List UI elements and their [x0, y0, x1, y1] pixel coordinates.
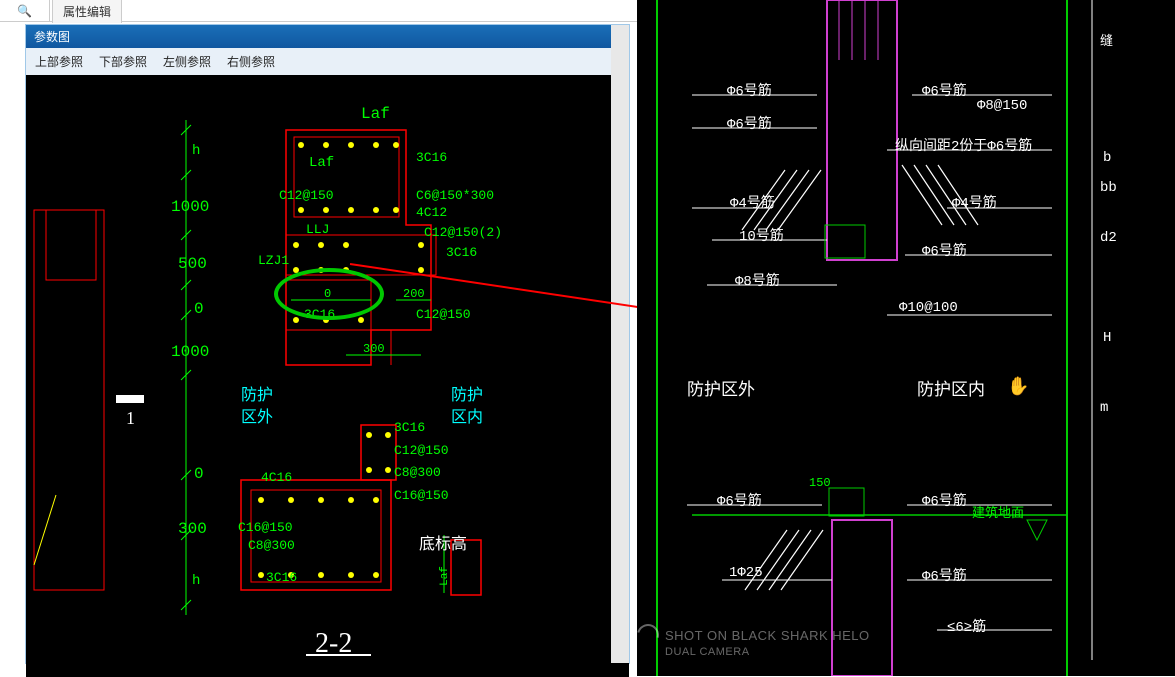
menu-right-ref[interactable]: 右侧参照: [223, 51, 279, 72]
label-llj[interactable]: LLJ: [306, 222, 329, 237]
right-drawing-svg: [637, 0, 1175, 676]
section-title: 2-2: [315, 628, 352, 660]
label-laf-top[interactable]: Laf: [361, 105, 390, 123]
label-3c16-a[interactable]: 3C16: [416, 150, 447, 165]
label-3c16-d[interactable]: 3C16: [394, 420, 425, 435]
r-phi6-tr: Φ6号筋: [922, 80, 967, 100]
r-d6-ge: ≤6≥筋: [947, 616, 986, 636]
label-4c12[interactable]: 4C12: [416, 205, 447, 220]
r-phi10-100: Φ10@100: [899, 300, 958, 316]
r-phi4-r: Φ4号筋: [952, 192, 997, 212]
r-dim-m: m: [1100, 400, 1108, 416]
r-ground: 建筑地面: [972, 502, 1024, 521]
r-phi8-b: Φ8号筋: [735, 270, 780, 290]
r-dim-150: 150: [809, 476, 831, 490]
watermark-line2: DUAL CAMERA: [665, 646, 750, 658]
dim-500[interactable]: 500: [178, 255, 207, 273]
label-c12-150[interactable]: C12@150: [279, 188, 334, 203]
r-1-25: 1Φ25: [729, 565, 763, 581]
r-phi6-tl: Φ6号筋: [727, 80, 772, 100]
param-window: 参数图 上部参照 下部参照 左侧参照 右侧参照: [25, 24, 630, 664]
r-phi4-l: Φ4号筋: [730, 192, 775, 212]
dim-h-bottom[interactable]: h: [192, 573, 200, 589]
r-dim-d2: d2: [1100, 230, 1117, 246]
label-c8-300-b[interactable]: C8@300: [248, 538, 295, 553]
label-4c16[interactable]: 4C16: [261, 470, 292, 485]
dim-0-b[interactable]: 0: [194, 465, 204, 483]
label-c16-150[interactable]: C16@150: [394, 488, 449, 503]
r-protect-out: 防护区外: [687, 375, 755, 401]
ruler-bar: [116, 395, 144, 403]
menu-left-ref[interactable]: 左侧参照: [159, 51, 215, 72]
label-3c16-e[interactable]: 3C16: [266, 570, 297, 585]
watermark-line1: SHOT ON BLACK SHARK HELO: [665, 628, 870, 643]
label-c12-150-b[interactable]: C12@150: [416, 307, 471, 322]
r-phi6-lower-r: Φ6号筋: [922, 490, 967, 510]
search-icon[interactable]: 🔍: [0, 0, 50, 22]
side-strip: [0, 22, 25, 676]
dim-1000-b[interactable]: 1000: [171, 343, 209, 361]
label-protect-out: 防护区外: [241, 385, 273, 429]
menu-bottom-ref[interactable]: 下部参照: [95, 51, 151, 72]
hand-icon: ✋: [1007, 376, 1029, 398]
dim-300-inner[interactable]: 300: [363, 342, 385, 356]
label-c12-150-c[interactable]: C12@150: [394, 443, 449, 458]
r-phi6-lowest: Φ6号筋: [922, 565, 967, 585]
r-phi8-150: Φ8@150: [977, 98, 1027, 114]
tab-attribute-edit[interactable]: 属性编辑: [52, 0, 122, 23]
label-c12-150-2[interactable]: C12@150(2): [424, 225, 502, 240]
window-title: 参数图: [26, 25, 629, 48]
r-dim-gap: 缝: [1100, 30, 1113, 49]
left-canvas[interactable]: Laf Laf h 1000 500 0 1000 0 300 h C12@15…: [26, 75, 629, 677]
r-dim-bb: bb: [1100, 180, 1117, 196]
scrollbar-vertical[interactable]: [611, 25, 629, 663]
r-spacing-note: 纵向间距2份于Φ6号筋: [895, 135, 1032, 155]
dim-h-top[interactable]: h: [192, 143, 200, 159]
dim-0-a[interactable]: 0: [194, 300, 204, 318]
r-dim-H: H: [1103, 330, 1111, 346]
r-dim-b: b: [1103, 150, 1111, 166]
menu-bar: 上部参照 下部参照 左侧参照 右侧参照: [26, 48, 629, 75]
r-phi6-lower-l: Φ6号筋: [717, 490, 762, 510]
label-bottom-elev[interactable]: 底标高: [419, 530, 467, 554]
label-protect-in: 防护区内: [451, 385, 483, 429]
dim-1000-a[interactable]: 1000: [171, 198, 209, 216]
label-laf-side[interactable]: Laf: [439, 566, 451, 586]
label-laf-left[interactable]: Laf: [309, 155, 334, 171]
label-c16-150-b[interactable]: C16@150: [238, 520, 293, 535]
label-c8-300[interactable]: C8@300: [394, 465, 441, 480]
label-3c16-b[interactable]: 3C16: [446, 245, 477, 260]
dim-300[interactable]: 300: [178, 520, 207, 538]
ruler-label: 1: [126, 408, 135, 429]
menu-top-ref[interactable]: 上部参照: [31, 51, 87, 72]
r-num10: 10号筋: [739, 225, 784, 245]
r-phi6-mid: Φ6号筋: [922, 240, 967, 260]
r-phi6-mid-l: Φ6号筋: [727, 113, 772, 133]
annotation-ellipse: [274, 268, 384, 320]
dim-200[interactable]: 200: [403, 287, 425, 301]
label-lzj1[interactable]: LZJ1: [258, 253, 289, 268]
r-protect-in: 防护区内: [917, 375, 985, 401]
right-photo-panel: Φ6号筋 Φ6号筋 Φ8@150 Φ6号筋 纵向间距2份于Φ6号筋 Φ4号筋 Φ…: [637, 0, 1175, 676]
label-c6-150-300[interactable]: C6@150*300: [416, 188, 494, 203]
